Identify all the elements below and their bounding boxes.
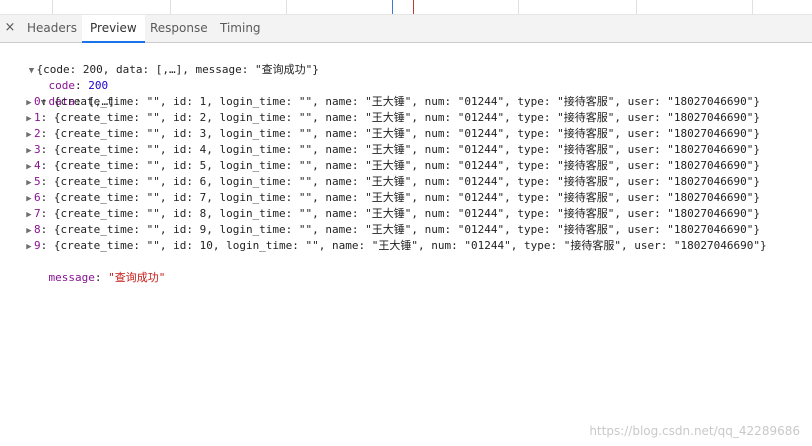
- list-item[interactable]: ▶ 7: {create_time: "", id: 8, login_time:…: [24, 206, 760, 222]
- row-summary-start: {create_time: "", id:: [53, 95, 200, 108]
- tab-headers[interactable]: Headers: [19, 15, 85, 42]
- row-summary-end: , login_time: "", name: "王大锤", num: "012…: [212, 239, 767, 252]
- collapsed-triangle-icon[interactable]: ▶: [24, 239, 34, 255]
- collapsed-triangle-icon[interactable]: ▶: [24, 95, 34, 111]
- list-item[interactable]: ▶ 9: {create_time: "", id: 10, login_time…: [24, 238, 767, 255]
- row-index: 8: [34, 223, 41, 236]
- collapsed-triangle-icon[interactable]: ▶: [24, 223, 34, 239]
- collapsed-triangle-icon[interactable]: ▶: [24, 143, 34, 159]
- row-summary-end: , login_time: "", name: "王大锤", num: "012…: [206, 95, 761, 108]
- message-value: "查询成功": [108, 271, 166, 284]
- close-icon[interactable]: ×: [4, 20, 16, 36]
- code-line: code: 200: [48, 79, 109, 92]
- row-summary-end: , login_time: "", name: "王大锤", num: "012…: [206, 207, 761, 220]
- row-summary-start: {create_time: "", id:: [53, 111, 200, 124]
- tab-response[interactable]: Response: [142, 15, 216, 42]
- collapsed-triangle-icon[interactable]: ▶: [24, 191, 34, 207]
- list-item[interactable]: ▶ 3: {create_time: "", id: 4, login_time:…: [24, 142, 760, 158]
- strip-divider: [636, 0, 637, 14]
- timeline-marker-red: [413, 0, 414, 14]
- row-index: 5: [34, 175, 41, 188]
- row-index: 1: [34, 111, 41, 124]
- tab-timing[interactable]: Timing: [212, 15, 269, 42]
- list-item[interactable]: ▶ 8: {create_time: "", id: 9, login_time:…: [24, 222, 760, 238]
- list-item[interactable]: ▶ 6: {create_time: "", id: 7, login_time:…: [24, 190, 760, 206]
- row-summary-end: , login_time: "", name: "王大锤", num: "012…: [206, 111, 761, 124]
- row-id: 10: [199, 239, 213, 252]
- row-summary-end: , login_time: "", name: "王大锤", num: "012…: [206, 223, 761, 236]
- list-item[interactable]: ▶ 0: {create_time: "", id: 1, login_time:…: [24, 94, 760, 110]
- row-summary-start: {create_time: "", id:: [53, 159, 200, 172]
- row-summary-end: , login_time: "", name: "王大锤", num: "012…: [206, 175, 761, 188]
- timeline-marker-blue: [392, 0, 393, 14]
- row-index: 4: [34, 159, 41, 172]
- collapsed-triangle-icon[interactable]: ▶: [24, 159, 34, 175]
- row-summary-start: {create_time: "", id:: [53, 175, 200, 188]
- json-preview: ▼ {code: 200, data: [,…], message: "查询成功"…: [0, 43, 812, 446]
- list-item[interactable]: ▶ 5: {create_time: "", id: 6, login_time:…: [24, 174, 760, 190]
- row-summary-start: {create_time: "", id:: [53, 143, 200, 156]
- root-object-line[interactable]: ▼ {code: 200, data: [,…], message: "查询成功"…: [0, 46, 319, 76]
- row-summary-end: , login_time: "", name: "王大锤", num: "012…: [206, 159, 761, 172]
- strip-divider: [752, 0, 753, 14]
- row-summary-start: {create_time: "", id:: [53, 239, 200, 252]
- list-item[interactable]: ▶ 1: {create_time: "", id: 2, login_time:…: [24, 110, 760, 126]
- list-item[interactable]: ▶ 4: {create_time: "", id: 5, login_time:…: [24, 158, 760, 174]
- strip-divider: [52, 0, 53, 14]
- row-index: 9: [34, 239, 41, 252]
- collapsed-triangle-icon[interactable]: ▶: [24, 175, 34, 191]
- row-index: 2: [34, 127, 41, 140]
- row-summary-end: , login_time: "", name: "王大锤", num: "012…: [206, 127, 761, 140]
- row-index: 0: [34, 95, 41, 108]
- message-line: message: "查询成功": [48, 271, 166, 284]
- data-line[interactable]: ▼ data: [,…]: [12, 78, 115, 108]
- collapsed-triangle-icon[interactable]: ▶: [24, 111, 34, 127]
- row-summary-start: {create_time: "", id:: [53, 207, 200, 220]
- collapsed-triangle-icon[interactable]: ▶: [24, 127, 34, 143]
- row-index: 3: [34, 143, 41, 156]
- detail-tab-bar: × Headers Preview Response Timing: [0, 15, 812, 43]
- list-item[interactable]: ▶ 2: {create_time: "", id: 3, login_time:…: [24, 126, 760, 142]
- row-summary-start: {create_time: "", id:: [53, 223, 200, 236]
- row-summary-end: , login_time: "", name: "王大锤", num: "012…: [206, 191, 761, 204]
- row-summary-end: , login_time: "", name: "王大锤", num: "012…: [206, 143, 761, 156]
- row-index: 6: [34, 191, 41, 204]
- strip-divider: [170, 0, 171, 14]
- strip-divider: [518, 0, 519, 14]
- row-index: 7: [34, 207, 41, 220]
- strip-divider: [286, 0, 287, 14]
- collapsed-triangle-icon[interactable]: ▶: [24, 207, 34, 223]
- watermark: https://blog.csdn.net/qq_42289686: [589, 424, 800, 438]
- tab-preview[interactable]: Preview: [82, 15, 145, 43]
- request-list-strip: [0, 0, 812, 15]
- message-key: message: [48, 271, 95, 284]
- row-summary-start: {create_time: "", id:: [53, 191, 200, 204]
- row-summary-start: {create_time: "", id:: [53, 127, 200, 140]
